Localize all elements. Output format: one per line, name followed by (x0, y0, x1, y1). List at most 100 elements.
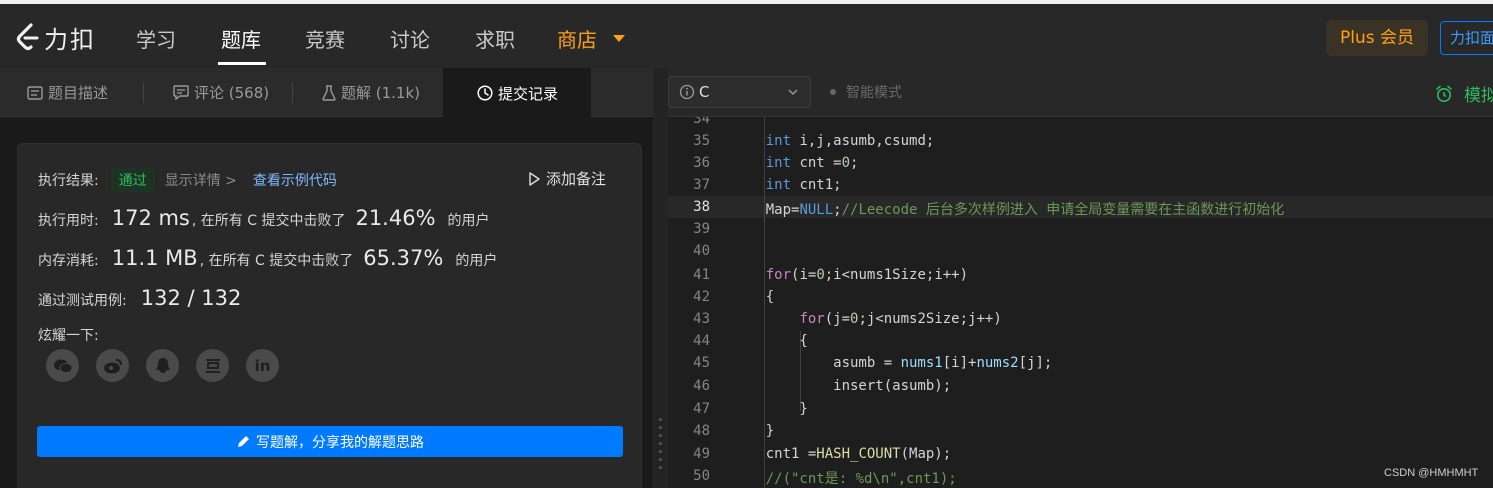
tab-comments[interactable]: 评论 (568) (173, 68, 269, 117)
info-icon (679, 84, 695, 100)
runtime-value: 172 ms (111, 206, 190, 230)
leetcode-logo-icon (16, 22, 39, 50)
code-line: int cnt1; (765, 177, 842, 193)
tests-row: 通过测试用例: 132 / 132 (38, 286, 241, 310)
write-solution-label: 写题解，分享我的解题思路 (256, 434, 424, 451)
code-line: asumb = nums1[i]+nums2[j]; (732, 355, 1053, 371)
tab-divider (292, 83, 293, 103)
code-editor[interactable]: 34 35 36 37 38 39 40 41 42 43 44 45 46 4… (668, 117, 1493, 488)
weibo-icon[interactable] (96, 349, 129, 382)
nav-item-store[interactable]: 商店 (557, 24, 597, 53)
douban-icon[interactable] (196, 349, 229, 382)
code-line: { (732, 289, 775, 305)
add-note-label: 添加备注 (546, 170, 607, 188)
chevron-down-icon[interactable] (613, 35, 625, 42)
tab-divider (143, 83, 144, 103)
logo-text: 力扣 (44, 26, 96, 54)
line-number: 46 (693, 378, 710, 394)
code-line: for(i=0;i<nums1Size;i++) (765, 267, 969, 283)
nav-item-jobs[interactable]: 求职 (475, 24, 515, 53)
tab-description[interactable]: 题目描述 (27, 68, 108, 117)
submission-result-pane: 执行结果: 通过 显示详情 > 查看示例代码 添加备注 执行用时: 172 ms… (0, 117, 653, 488)
tests-label: 通过测试用例: (38, 293, 127, 309)
clock-icon (477, 85, 493, 101)
tab-description-label: 题目描述 (48, 84, 109, 102)
code-line: //("cnt是: %d\n",cnt1); (765, 471, 957, 487)
code-line: for(j=0;j<nums2Size;j++) (799, 311, 1002, 327)
show-details-link[interactable]: 显示详情 > (165, 170, 237, 190)
line-number: 37 (693, 177, 710, 193)
line-number: 35 (693, 133, 710, 149)
splitter-grip (659, 418, 662, 421)
wechat-icon[interactable] (46, 349, 79, 382)
smart-mode-dot (830, 89, 836, 95)
pane-splitter[interactable] (653, 68, 668, 488)
line-number: 49 (693, 446, 710, 462)
tab-comments-label: 评论 (568) (194, 84, 270, 102)
smart-mode-toggle[interactable]: 智能模式 (830, 82, 902, 102)
nav-item-contest[interactable]: 竞赛 (305, 24, 345, 53)
line-number: 42 (693, 289, 710, 305)
comment-icon (173, 85, 189, 100)
line-number: 50 (693, 468, 710, 484)
share-row-label: 炫耀一下: (38, 325, 99, 345)
tab-submissions[interactable]: 提交记录 (443, 68, 591, 118)
splitter-grip (659, 426, 662, 429)
pencil-icon (238, 435, 249, 447)
code-line: insert(asumb); (732, 378, 952, 394)
line-number: 34 (693, 117, 710, 127)
language-value: C (699, 83, 710, 101)
share-label: 炫耀一下: (38, 328, 99, 344)
problem-tab-bar: 题目描述 评论 (568) 题解 (1.1k) 提交记录 (0, 68, 653, 118)
runtime-row: 执行用时: 172 ms , 在所有 C 提交中击败了 21.46% 的用户 (38, 206, 490, 230)
memory-suffix: 的用户 (455, 253, 498, 269)
nav-item-discuss[interactable]: 讨论 (390, 24, 430, 53)
runtime-percent: 21.46% (355, 206, 436, 230)
memory-value: 11.1 MB (111, 246, 198, 270)
mock-interview-button[interactable]: 模拟面试 (1435, 81, 1493, 106)
view-sample-code-link[interactable]: 查看示例代码 (253, 170, 337, 190)
line-number: 36 (693, 155, 710, 171)
description-icon (27, 85, 43, 100)
splitter-grip (659, 466, 662, 469)
nav-item-learn[interactable]: 学习 (136, 24, 176, 53)
write-solution-button[interactable]: 写题解，分享我的解题思路 (37, 426, 623, 457)
memory-row: 内存消耗: 11.1 MB , 在所有 C 提交中击败了 65.37% 的用户 (38, 246, 497, 270)
status-badge: 通过 (110, 168, 155, 192)
runtime-middle-text: , 在所有 C 提交中击败了 (191, 213, 346, 229)
splitter-grip (659, 434, 662, 437)
runtime-suffix: 的用户 (447, 213, 490, 229)
language-select[interactable]: C (668, 76, 811, 108)
memory-middle-text: , 在所有 C 提交中击败了 (199, 253, 354, 269)
interview-button[interactable]: 力扣面试 (1440, 21, 1493, 55)
result-card: 执行结果: 通过 显示详情 > 查看示例代码 添加备注 执行用时: 172 ms… (17, 143, 642, 488)
code-line: cnt1 =HASH_COUNT(Map); (732, 446, 952, 462)
leetcode-logo[interactable]: 力扣 (14, 20, 96, 55)
tests-value: 132 / 132 (140, 286, 242, 310)
editor-toolbar: C 智能模式 模拟面试 (668, 68, 1493, 117)
splitter-grip (659, 450, 662, 453)
line-number: 39 (693, 221, 710, 237)
tab-solutions-label: 题解 (1.1k) (341, 84, 421, 102)
qq-icon[interactable] (146, 349, 179, 382)
line-number: 44 (693, 333, 710, 349)
line-number: 47 (693, 401, 710, 417)
mock-interview-label: 模拟面试 (1464, 86, 1493, 106)
flask-icon (322, 84, 336, 101)
csdn-watermark: CSDN @HMHMHT (1384, 467, 1479, 479)
line-number: 43 (693, 311, 710, 327)
linkedin-icon[interactable]: in (246, 349, 279, 382)
tab-solutions[interactable]: 题解 (1.1k) (322, 68, 420, 117)
splitter-grip (659, 442, 662, 445)
line-number: 48 (693, 423, 710, 439)
active-nav-underline (218, 62, 266, 65)
add-note-button[interactable]: 添加备注 (528, 168, 606, 189)
plus-member-button[interactable]: Plus 会员 (1326, 20, 1429, 56)
line-number: 38 (693, 199, 710, 215)
nav-item-problems[interactable]: 题库 (221, 24, 261, 53)
share-buttons: in (46, 349, 279, 382)
memory-label: 内存消耗: (38, 253, 99, 269)
runtime-label: 执行用时: (38, 213, 99, 229)
memory-percent: 65.37% (363, 246, 444, 270)
flag-icon (529, 171, 540, 186)
